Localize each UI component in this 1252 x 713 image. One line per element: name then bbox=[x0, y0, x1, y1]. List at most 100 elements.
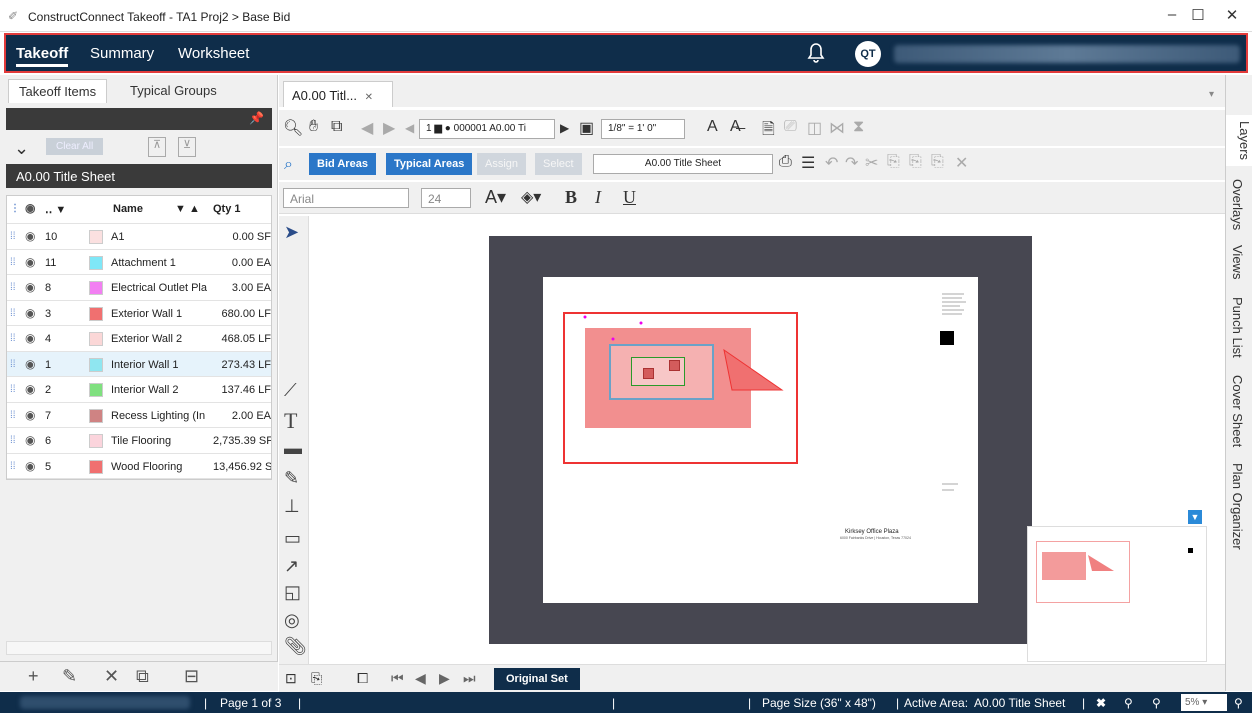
column-menu-icon[interactable]: ⋮ bbox=[10, 203, 20, 214]
layout-icon[interactable]: ⊡ bbox=[285, 670, 297, 687]
undo-icon[interactable]: ↶ bbox=[825, 153, 838, 173]
visibility-eye-icon[interactable]: ◉ bbox=[25, 306, 35, 320]
zoom-in-icon[interactable]: ⚲ bbox=[1152, 696, 1161, 710]
measure-icon[interactable]: ⟋ bbox=[284, 380, 297, 401]
visibility-eye-icon[interactable]: ◉ bbox=[25, 331, 35, 345]
color-swatch[interactable] bbox=[89, 281, 103, 295]
recess-lighting-marker[interactable] bbox=[669, 360, 680, 371]
text-strike-a-icon[interactable]: A̶ bbox=[730, 118, 741, 136]
copy-icon[interactable]: ⎘ bbox=[887, 153, 900, 171]
number-column-header[interactable]: ‥ ▼ bbox=[45, 203, 66, 216]
redo-icon[interactable]: ↷ bbox=[845, 153, 858, 173]
color-swatch[interactable] bbox=[89, 357, 103, 372]
edit-pencil-icon[interactable]: ✎ bbox=[62, 666, 77, 687]
delete-icon[interactable]: ✕ bbox=[104, 666, 119, 687]
rectangle-tool-icon[interactable]: ▭ bbox=[284, 528, 301, 549]
fill-color-icon[interactable]: ◈▾ bbox=[521, 187, 541, 207]
chevron-down-icon[interactable]: ⌄ bbox=[14, 138, 29, 159]
tab-cover-sheet[interactable]: Cover Sheet bbox=[1230, 375, 1245, 447]
zoom-search-icon[interactable]: 🔍︎ bbox=[283, 118, 303, 138]
zoom-search-icon[interactable]: ⚲ bbox=[1234, 696, 1243, 710]
color-swatch[interactable] bbox=[89, 459, 103, 474]
tab-document[interactable]: A0.00 Titl... ✕ bbox=[283, 81, 393, 107]
drag-handle-icon[interactable]: ⁞⁞ bbox=[10, 461, 16, 472]
visibility-eye-icon[interactable]: ◉ bbox=[25, 382, 35, 396]
color-swatch[interactable] bbox=[89, 332, 103, 346]
table-row[interactable]: ⁞⁞ ◉ 6 Tile Flooring 2,735.39 SF bbox=[7, 428, 271, 454]
table-row[interactable]: ⁞⁞ ◉ 4 Exterior Wall 2 468.05 LF bbox=[7, 326, 271, 352]
first-page-icon[interactable]: ⏮ bbox=[391, 670, 404, 687]
triangle-shape[interactable] bbox=[720, 346, 784, 396]
bell-icon[interactable] bbox=[806, 41, 826, 65]
visibility-eye-icon[interactable]: ◉ bbox=[25, 408, 35, 422]
stamp-icon[interactable]: ⊥ bbox=[284, 496, 300, 517]
fit-icon[interactable]: ✖ bbox=[1096, 696, 1106, 710]
drag-handle-icon[interactable]: ⁞⁞ bbox=[10, 282, 16, 293]
last-page-icon[interactable]: ⏭ bbox=[463, 670, 476, 687]
collapse-all-icon[interactable]: ⊻ bbox=[178, 137, 196, 157]
table-row[interactable]: ⁞⁞ ◉ 3 Exterior Wall 1 680.00 LF bbox=[7, 301, 271, 326]
drawing-canvas[interactable]: Kirksey Office Plaza 6000 Fairbanks Driv… bbox=[310, 216, 1218, 664]
sort-filter-icon[interactable]: ▼ ▲ bbox=[175, 203, 200, 215]
text-tool-icon[interactable]: T bbox=[284, 408, 297, 434]
visibility-eye-icon[interactable]: ◉ bbox=[25, 433, 35, 447]
drag-handle-icon[interactable]: ⁞⁞ bbox=[10, 384, 16, 395]
visibility-eye-icon[interactable]: ◉ bbox=[25, 229, 35, 243]
table-row[interactable]: ⁞⁞ ◉ 1 Interior Wall 1 273.43 LF bbox=[7, 351, 271, 377]
overlay-compare-icon[interactable]: ◫ bbox=[807, 118, 822, 138]
underline-icon[interactable]: U bbox=[623, 187, 636, 208]
zoom-level-selector[interactable]: 5% ▾ bbox=[1181, 694, 1227, 711]
arrow-tool-icon[interactable]: ↗ bbox=[284, 556, 299, 577]
select-button[interactable]: Select bbox=[535, 153, 582, 175]
color-swatch[interactable] bbox=[89, 383, 103, 397]
close-button[interactable]: ✕ bbox=[1212, 6, 1252, 28]
visibility-eye-icon[interactable]: ◉ bbox=[25, 357, 35, 371]
area-view-icon[interactable]: ⌕ bbox=[284, 156, 293, 174]
print-icon[interactable]: ⎙ bbox=[779, 153, 792, 171]
assign-button[interactable]: Assign bbox=[477, 153, 527, 175]
callout-icon[interactable]: ◱ bbox=[284, 582, 301, 603]
tab-layers[interactable]: Layers bbox=[1226, 115, 1252, 167]
font-size-selector[interactable]: 24 bbox=[421, 188, 471, 208]
drag-handle-icon[interactable]: ⁞⁞ bbox=[10, 359, 16, 370]
visibility-header-icon[interactable]: ◉ bbox=[25, 201, 35, 215]
highlight-icon[interactable]: ▬ bbox=[284, 438, 302, 459]
tab-overflow-icon[interactable]: ▾ bbox=[1209, 89, 1214, 100]
flip-icon[interactable]: ⋈ bbox=[829, 118, 845, 138]
area-selector[interactable]: A0.00 Title Sheet bbox=[593, 154, 773, 174]
drag-handle-icon[interactable]: ⁞⁞ bbox=[10, 333, 16, 344]
table-row[interactable]: ⁞⁞ ◉ 8 Electrical Outlet Pla 3.00 EA bbox=[7, 275, 271, 301]
nav-takeoff[interactable]: Takeoff bbox=[16, 45, 69, 67]
next-page-icon[interactable]: ▶ bbox=[439, 670, 450, 687]
visibility-eye-icon[interactable]: ◉ bbox=[25, 459, 35, 473]
text-size-a-icon[interactable]: A bbox=[707, 118, 718, 136]
font-selector[interactable]: Arial bbox=[283, 188, 409, 208]
prev-page-icon[interactable]: ◀ bbox=[405, 121, 414, 135]
pin-icon[interactable]: 📌 bbox=[249, 111, 264, 125]
prev-page-icon[interactable]: ◀ bbox=[415, 670, 426, 687]
visibility-eye-icon[interactable]: ◉ bbox=[25, 255, 35, 269]
color-swatch[interactable] bbox=[89, 255, 103, 270]
color-swatch[interactable] bbox=[89, 230, 103, 244]
tab-plan-organizer[interactable]: Plan Organizer bbox=[1230, 463, 1245, 550]
hourglass-icon[interactable]: ⧗ bbox=[853, 118, 864, 136]
tab-takeoff-items[interactable]: Takeoff Items bbox=[8, 79, 108, 103]
table-row[interactable]: ⁞⁞ ◉ 5 Wood Flooring 13,456.92 SF bbox=[7, 454, 271, 479]
sheet-group-header[interactable]: A0.00 Title Sheet bbox=[6, 164, 272, 188]
symbol-icon[interactable]: ◎ bbox=[284, 610, 300, 631]
list-icon[interactable]: ☰ bbox=[801, 153, 815, 173]
crop-icon[interactable]: ⧠ bbox=[357, 670, 368, 687]
drag-handle-icon[interactable]: ⁞⁞ bbox=[10, 257, 16, 268]
expand-all-icon[interactable]: ⊼ bbox=[148, 137, 166, 157]
tab-typical-groups[interactable]: Typical Groups bbox=[130, 83, 217, 98]
pan-hand-icon[interactable]: ✋︎ bbox=[309, 118, 318, 136]
table-row[interactable]: ⁞⁞ ◉ 7 Recess Lighting (In 2.00 EA bbox=[7, 403, 271, 428]
tab-overlays[interactable]: Overlays bbox=[1230, 179, 1245, 230]
tab-views[interactable]: Views bbox=[1230, 245, 1245, 279]
page-selector[interactable]: 1 ▆ ● 000001 A0.00 Ti bbox=[419, 119, 555, 139]
drag-handle-icon[interactable]: ⁞⁞ bbox=[10, 231, 16, 242]
page-view-icon[interactable]: ▣ bbox=[579, 118, 594, 138]
paste-special-icon[interactable]: ⎘ bbox=[931, 153, 944, 171]
overview-thumbnail[interactable] bbox=[1027, 526, 1207, 662]
typical-areas-button[interactable]: Typical Areas bbox=[386, 153, 473, 175]
